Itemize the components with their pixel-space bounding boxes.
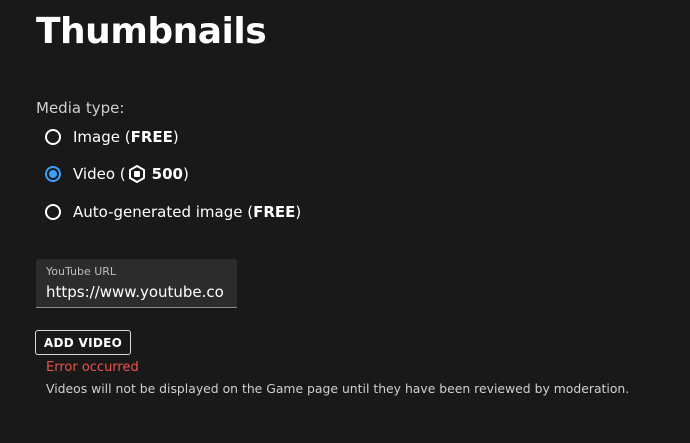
radio-label-video: Video ( 500) bbox=[73, 165, 189, 183]
moderation-notice: Videos will not be displayed on the Game… bbox=[46, 381, 630, 396]
error-message: Error occurred bbox=[46, 360, 139, 375]
radio-button-auto-generated[interactable] bbox=[45, 204, 61, 220]
youtube-url-label: YouTube URL bbox=[46, 265, 117, 278]
youtube-url-input[interactable] bbox=[46, 281, 230, 303]
media-type-label: Media type: bbox=[36, 99, 125, 117]
youtube-url-field[interactable]: YouTube URL bbox=[36, 259, 237, 308]
robux-icon bbox=[128, 165, 145, 183]
radio-option-video[interactable]: Video ( 500) bbox=[45, 165, 189, 183]
radio-button-video[interactable] bbox=[45, 166, 61, 182]
radio-button-image[interactable] bbox=[45, 129, 61, 145]
radio-option-image[interactable]: Image (FREE) bbox=[45, 128, 179, 146]
radio-label-image: Image (FREE) bbox=[73, 128, 179, 146]
radio-option-auto-generated[interactable]: Auto-generated image (FREE) bbox=[45, 203, 301, 221]
page-title: Thumbnails bbox=[36, 11, 267, 52]
radio-label-auto-generated: Auto-generated image (FREE) bbox=[73, 203, 302, 221]
add-video-button[interactable]: ADD VIDEO bbox=[35, 330, 131, 355]
thumbnails-page: Thumbnails Media type: Image (FREE) Vide… bbox=[0, 0, 690, 443]
